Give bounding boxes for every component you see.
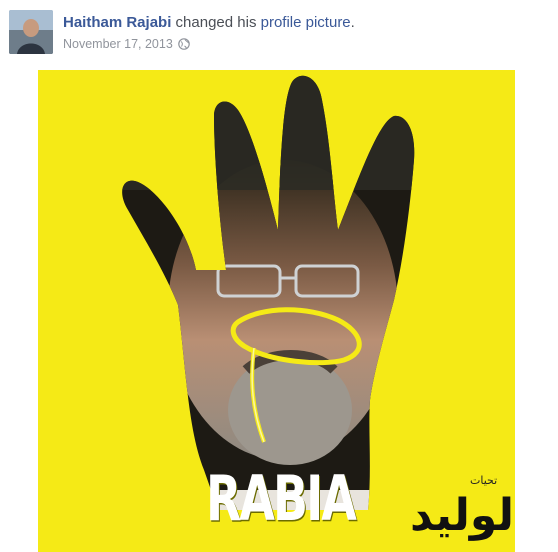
avatar-photo (9, 10, 53, 54)
photo-frame: RABIA تحيات الوليد (0, 70, 558, 552)
post-date-link[interactable]: November 17, 2013 (63, 37, 173, 51)
post-headline: Haitham Rajabi changed his profile pictu… (63, 14, 355, 31)
brand-logo-text: الوليد (410, 490, 515, 541)
post-meta: November 17, 2013 (63, 37, 190, 51)
profile-picture-link[interactable]: profile picture (261, 14, 351, 31)
brand-small-text: تحيات (470, 474, 498, 487)
author-avatar[interactable] (9, 10, 53, 54)
post-card: Haitham Rajabi changed his profile pictu… (0, 0, 558, 552)
author-name-link[interactable]: Haitham Rajabi (63, 14, 171, 31)
profile-photo[interactable]: RABIA تحيات الوليد (38, 70, 515, 552)
action-text: changed his (171, 14, 261, 31)
globe-icon[interactable] (177, 38, 190, 50)
post-header: Haitham Rajabi changed his profile pictu… (0, 0, 558, 70)
rabia-overlay-text: RABIA (206, 462, 357, 535)
action-end: . (350, 14, 355, 31)
